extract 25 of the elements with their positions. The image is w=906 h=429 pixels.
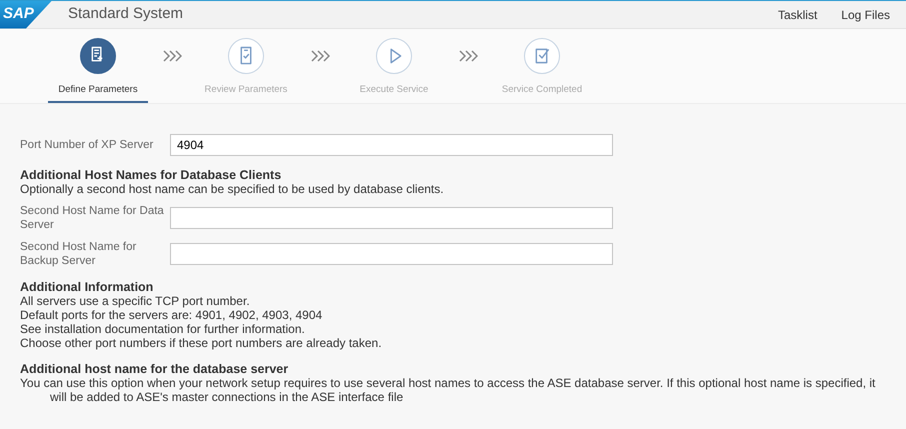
chevrons-icon <box>162 50 182 62</box>
text-field[interactable] <box>170 243 613 265</box>
step-icon[interactable] <box>80 38 116 74</box>
section-heading: Additional Host Names for Database Clients <box>20 168 282 182</box>
chevrons-icon <box>458 50 478 62</box>
text-field[interactable]: 4904 <box>170 134 613 156</box>
field-label: Second Host Name for Backup Server <box>20 240 138 268</box>
body-text: See installation documentation for further information. <box>20 322 306 336</box>
body-text: will be added to ASE's master connections in the ASE interface file <box>49 390 404 404</box>
step-label[interactable]: Define Parameters <box>48 83 148 104</box>
body-text: Default ports for the servers are: 4901, 4902, 4903, 4904 <box>20 308 324 322</box>
field-label: Second Host Name for Data Server <box>20 204 165 232</box>
text-field[interactable] <box>170 207 613 229</box>
header-link[interactable]: Log Files <box>841 6 890 24</box>
field-label: Port Number of XP Server <box>20 138 154 152</box>
window-title: Standard System <box>68 4 184 24</box>
section-heading: Additional Information <box>20 280 154 294</box>
header-link[interactable]: Tasklist <box>778 6 818 24</box>
body-text: All servers use a specific TCP port number. <box>20 294 251 308</box>
body-text: Choose other port numbers if these port numbers are already taken. <box>20 336 383 350</box>
chevrons-icon <box>310 50 330 62</box>
body-text: You can use this option when your network setup requires to use several host names to access the ASE database server. If this optional host name is specified, it <box>20 376 876 390</box>
logo: SAP <box>0 0 52 28</box>
body-text: Optionally a second host name can be specified to be used by database clients. <box>20 182 445 196</box>
section-heading: Additional host name for the database server <box>20 362 290 376</box>
